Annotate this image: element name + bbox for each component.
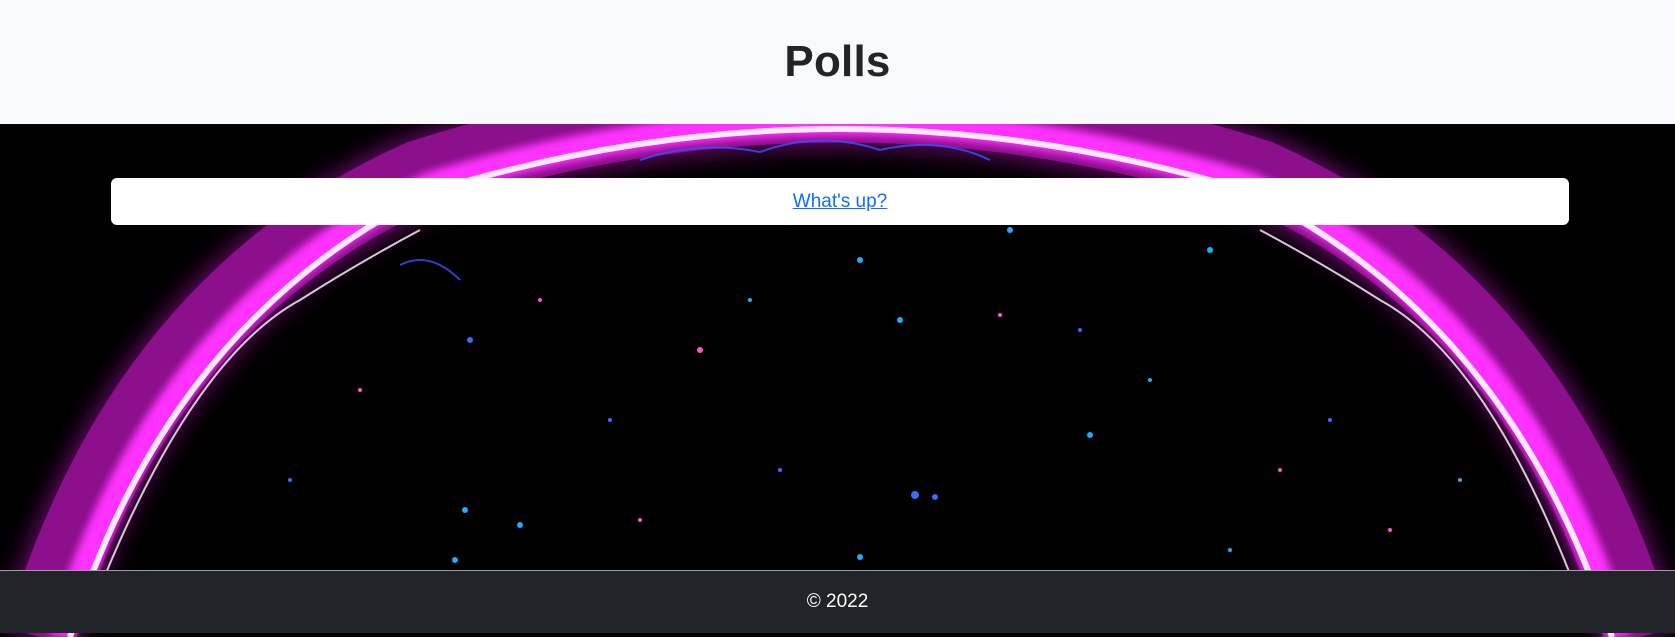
page: Polls What's up? © 2022 (0, 0, 1675, 637)
list-item: What's up? (111, 178, 1569, 225)
copyright-text: © 2022 (806, 591, 869, 612)
poll-question-link[interactable]: What's up? (793, 191, 887, 213)
page-title: Polls (784, 37, 891, 86)
poll-list: What's up? (111, 178, 1569, 225)
site-footer: © 2022 (0, 570, 1675, 633)
site-header: Polls (0, 0, 1675, 124)
